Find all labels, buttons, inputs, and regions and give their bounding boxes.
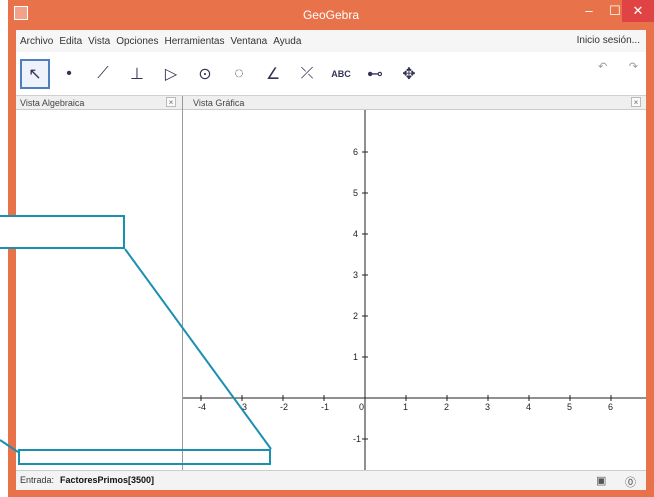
menu-opciones[interactable]: Opciones <box>116 36 158 47</box>
input-field[interactable]: FactoresPrimos[3500] <box>60 475 154 485</box>
circle-arc-icon: ◌ <box>234 65 244 82</box>
x-tick-label: 0 <box>359 402 364 412</box>
text-tool[interactable]: ABC <box>326 59 356 89</box>
slider-tool[interactable]: ⊷ <box>360 59 390 89</box>
x-tick-label: -3 <box>239 402 247 412</box>
y-tick-label: 6 <box>353 147 358 157</box>
y-tick-label: -1 <box>353 434 361 444</box>
line-tool[interactable]: ⟋ <box>88 59 118 89</box>
graphics-view[interactable]: -4-3-2-10123456 654321-1-2 <box>183 110 646 485</box>
algebra-close-icon[interactable]: × <box>166 97 176 107</box>
graphics-close-icon[interactable]: × <box>631 97 641 107</box>
move-icon: ↖ <box>28 66 42 83</box>
client-area: Archivo Edita Vista Opciones Herramienta… <box>16 30 646 490</box>
input-bar-icons: ▣ ⓪ <box>596 474 636 490</box>
y-tick-label: 3 <box>353 270 358 280</box>
x-tick-label: -1 <box>321 402 329 412</box>
point-tool[interactable]: • <box>54 59 84 89</box>
menu-bar: Archivo Edita Vista Opciones Herramienta… <box>16 30 646 52</box>
menu-ayuda[interactable]: Ayuda <box>273 36 301 47</box>
perpendicular-icon: ⊥ <box>130 66 144 83</box>
polygon-tool[interactable]: ▷ <box>156 59 186 89</box>
reflect-icon: ⤫ <box>300 65 314 82</box>
input-label: Entrada: <box>20 475 55 485</box>
x-tick-label: 5 <box>567 402 572 412</box>
move-graphics-icon: ✥ <box>402 66 416 83</box>
circle-icon: ⊙ <box>198 66 212 83</box>
x-tick-label: 2 <box>444 402 449 412</box>
redo-icon[interactable]: ↷ <box>629 60 638 88</box>
title-bar[interactable]: GeoGebra – ☐ ✕ <box>8 0 654 28</box>
callout-box <box>0 215 125 249</box>
input-highlight <box>18 449 271 465</box>
x-tick-label: 3 <box>485 402 490 412</box>
line-icon: ⟋ <box>97 65 109 82</box>
graphics-view-header[interactable]: Vista Gráfica × <box>183 96 646 110</box>
y-tick-label: 2 <box>353 311 358 321</box>
coordinate-plane: -4-3-2-10123456 654321-1-2 <box>183 110 646 485</box>
perpendicular-tool[interactable]: ⊥ <box>122 59 152 89</box>
reflect-tool[interactable]: ⤫ <box>292 59 322 89</box>
circle-arc-tool[interactable]: ◌ <box>224 59 254 89</box>
text-icon: ABC <box>331 69 351 79</box>
polygon-icon: ▷ <box>164 66 178 83</box>
menu-ventana[interactable]: Ventana <box>231 36 268 47</box>
algebra-view-title: Vista Algebraica <box>20 98 85 108</box>
menu-herramientas[interactable]: Herramientas <box>164 36 224 47</box>
move-graphics-tool[interactable]: ✥ <box>394 59 424 89</box>
x-tick-label: -4 <box>198 402 206 412</box>
menu-vista[interactable]: Vista <box>88 36 110 47</box>
point-icon: • <box>66 65 72 82</box>
y-tick-label: 4 <box>353 229 358 239</box>
undo-redo-group: ↶ ↷ <box>598 60 638 88</box>
algebra-view[interactable] <box>16 110 182 470</box>
toolbar: ↖ • ⟋ ⊥ ▷ ⊙ ◌ ∠ ⤫ ABC ⊷ ✥ ↶ ↷ <box>16 52 646 96</box>
x-tick-label: 4 <box>526 402 531 412</box>
move-tool[interactable]: ↖ <box>20 59 50 89</box>
slider-icon: ⊷ <box>367 66 383 83</box>
undo-icon[interactable]: ↶ <box>598 60 607 88</box>
x-tick-label: 1 <box>403 402 408 412</box>
y-tick-label: 1 <box>353 352 358 362</box>
keyboard-icon[interactable]: ▣ <box>596 474 606 490</box>
y-tick-label: 5 <box>353 188 358 198</box>
x-tick-label: 6 <box>608 402 613 412</box>
window-title: GeoGebra <box>302 8 360 22</box>
y-tick-group: 654321-1-2 <box>353 147 368 485</box>
x-tick-label: -2 <box>280 402 288 412</box>
help-icon[interactable]: ⓪ <box>625 474 636 490</box>
input-bar[interactable]: Entrada: FactoresPrimos[3500] ▣ ⓪ <box>16 470 646 490</box>
graphics-view-title: Vista Gráfica <box>193 98 245 108</box>
menu-edita[interactable]: Edita <box>59 36 82 47</box>
close-button[interactable]: ✕ <box>622 0 654 22</box>
angle-tool[interactable]: ∠ <box>258 59 288 89</box>
algebra-view-header[interactable]: Vista Algebraica × <box>16 96 182 110</box>
login-link[interactable]: Inicio sesión... <box>577 35 640 46</box>
angle-icon: ∠ <box>265 66 281 83</box>
circle-tool[interactable]: ⊙ <box>190 59 220 89</box>
menu-archivo[interactable]: Archivo <box>20 36 53 47</box>
